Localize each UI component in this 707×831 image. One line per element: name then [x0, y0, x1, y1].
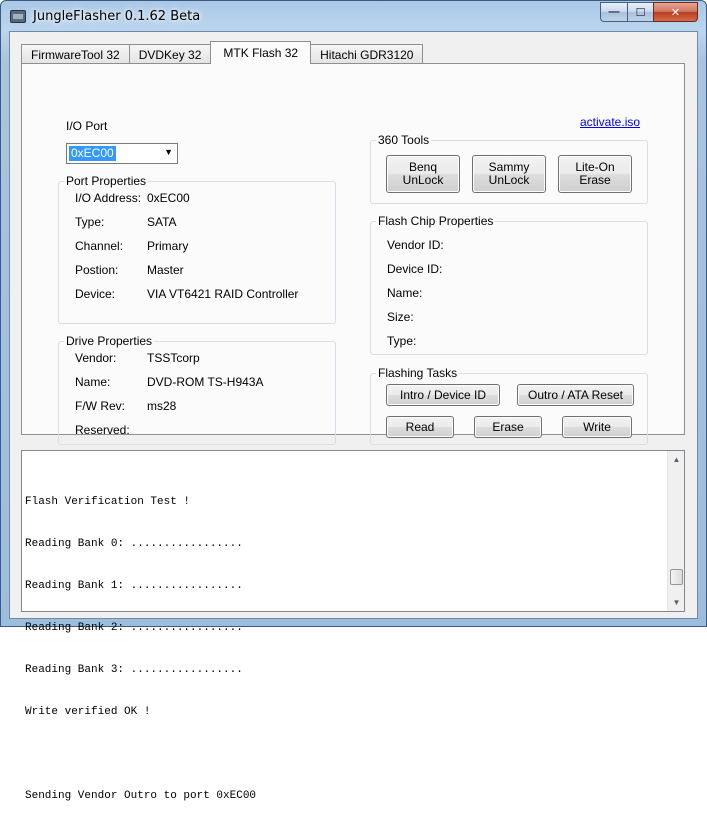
port-properties-title: Port Properties [64, 174, 149, 188]
tab-firmwaretool[interactable]: FirmwareTool 32 [21, 44, 130, 64]
tab-strip: FirmwareTool 32 DVDKey 32 MTK Flash 32 H… [21, 41, 424, 64]
drive-properties-title: Drive Properties [64, 334, 155, 348]
write-button[interactable]: Write [562, 416, 632, 438]
name-label: Name: [75, 375, 111, 389]
log-line: Write verified OK ! [25, 706, 151, 718]
io-port-label: I/O Port [66, 119, 108, 133]
device-value: VIA VT6421 RAID Controller [147, 287, 299, 301]
vendor-value: TSSTcorp [147, 351, 200, 365]
chip-size-label: Size: [387, 310, 414, 324]
log-line: Reading Bank 1: ................. [25, 580, 243, 592]
scroll-down-icon[interactable]: ▼ [668, 594, 685, 611]
position-value: Master [147, 263, 184, 277]
flash-chip-properties-title: Flash Chip Properties [376, 214, 496, 228]
reserved-label: Reserved: [75, 423, 130, 437]
name-value: DVD-ROM TS-H943A [147, 375, 264, 389]
tools-360-group: 360 Tools Benq UnLock Sammy UnLock Lite-… [370, 133, 648, 204]
log-line: Sending Vendor Outro to port 0xEC00 [25, 790, 257, 802]
liteon-erase-button[interactable]: Lite-On Erase [558, 155, 632, 193]
maximize-button[interactable]: ☐ [627, 2, 653, 22]
app-window: JungleFlasher 0.1.62 Beta — ☐ ✕ Firmware… [0, 0, 707, 802]
port-properties-group: Port Properties I/O Address: 0xEC00 Type… [58, 174, 336, 324]
chevron-down-icon[interactable]: ▼ [164, 147, 173, 157]
erase-button[interactable]: Erase [474, 416, 542, 438]
chip-name-label: Name: [387, 286, 423, 300]
channel-value: Primary [147, 239, 189, 253]
log-line: Reading Bank 2: ................. [25, 622, 243, 634]
tools-360-title: 360 Tools [376, 133, 432, 147]
io-port-dropdown[interactable]: 0xEC00 ▼ [66, 143, 178, 164]
device-label: Device: [75, 287, 116, 301]
close-button[interactable]: ✕ [653, 2, 698, 22]
flashing-tasks-title: Flashing Tasks [376, 366, 460, 380]
type-value: SATA [147, 215, 177, 229]
activate-iso-link[interactable]: activate.iso [580, 115, 640, 129]
outro-ata-reset-button[interactable]: Outro / ATA Reset [517, 384, 634, 406]
chip-type-label: Type: [387, 334, 417, 348]
io-address-label: I/O Address: [75, 191, 142, 205]
position-label: Postion: [75, 263, 119, 277]
io-address-value: 0xEC00 [147, 191, 190, 205]
type-label: Type: [75, 215, 105, 229]
flash-chip-properties-group: Flash Chip Properties Vendor ID: Device … [370, 214, 648, 355]
app-icon [10, 10, 26, 23]
vendor-label: Vendor: [75, 351, 117, 365]
io-port-selected-value: 0xEC00 [69, 146, 116, 161]
vendor-id-label: Vendor ID: [387, 238, 444, 252]
channel-label: Channel: [75, 239, 124, 253]
benq-unlock-button[interactable]: Benq UnLock [386, 155, 460, 193]
flashing-tasks-group: Flashing Tasks Intro / Device ID Outro /… [370, 366, 648, 445]
drive-properties-group: Drive Properties Vendor: TSSTcorp Name: … [58, 334, 336, 445]
read-button[interactable]: Read [386, 416, 454, 438]
intro-device-id-button[interactable]: Intro / Device ID [386, 384, 500, 406]
log-line: Flash Verification Test ! [25, 496, 191, 508]
window-title: JungleFlasher 0.1.62 Beta [33, 9, 201, 24]
device-id-label: Device ID: [387, 262, 443, 276]
tab-mtk-flash[interactable]: MTK Flash 32 [210, 41, 312, 64]
scroll-up-icon[interactable]: ▲ [668, 451, 685, 468]
minimize-button[interactable]: — [600, 2, 627, 22]
tab-panel-mtk-flash: I/O Port 0xEC00 ▼ activate.iso Port Prop… [21, 63, 685, 445]
log-scrollbar[interactable]: ▲ ▼ [667, 451, 684, 611]
benq-unlock-label-line2: UnLock [402, 173, 444, 187]
log-text: Flash Verification Test ! Reading Bank 0… [25, 467, 665, 831]
title-bar[interactable]: JungleFlasher 0.1.62 Beta — ☐ ✕ [1, 1, 706, 31]
log-line: Reading Bank 0: ................. [25, 538, 243, 550]
fw-rev-label: F/W Rev: [75, 399, 125, 413]
sammy-unlock-label-line2: UnLock [488, 173, 530, 187]
scroll-thumb[interactable] [670, 569, 683, 585]
sammy-unlock-button[interactable]: Sammy UnLock [472, 155, 546, 193]
fw-rev-value: ms28 [147, 399, 177, 413]
tab-hitachi[interactable]: Hitachi GDR3120 [310, 44, 424, 64]
tab-dvdkey[interactable]: DVDKey 32 [128, 44, 212, 64]
log-line: Reading Bank 3: ................. [25, 664, 243, 676]
client-area: FirmwareTool 32 DVDKey 32 MTK Flash 32 H… [9, 31, 698, 802]
log-output[interactable]: Flash Verification Test ! Reading Bank 0… [21, 450, 685, 802]
